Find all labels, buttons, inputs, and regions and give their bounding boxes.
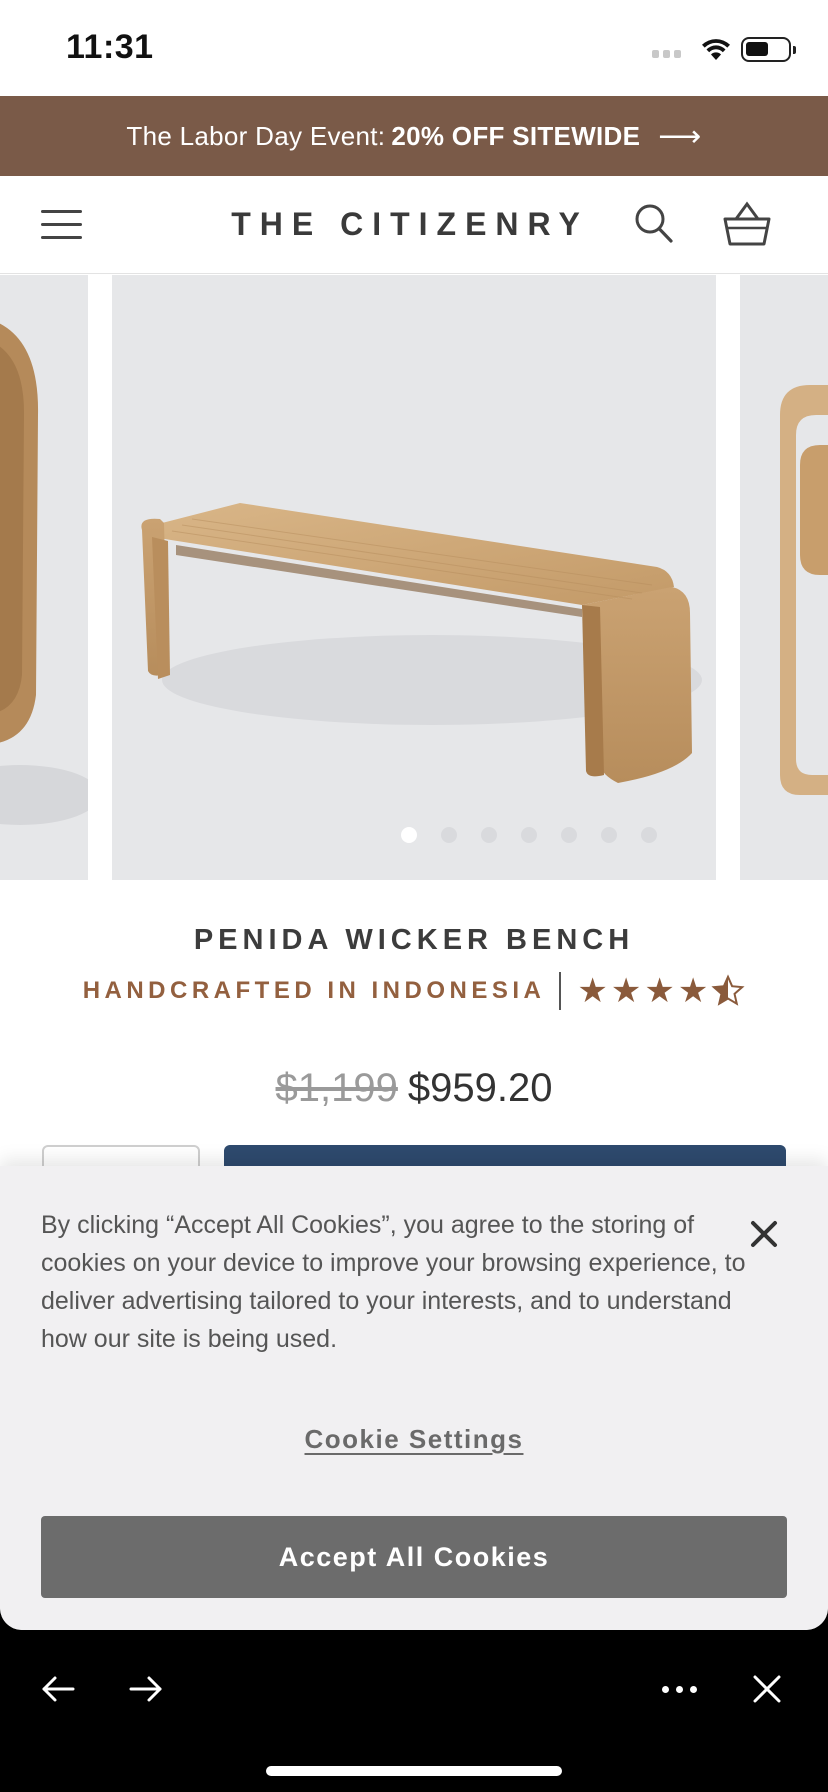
close-browser-icon[interactable] [752, 1674, 782, 1704]
status-bar: 11:31 [0, 0, 828, 96]
cookie-consent-text: By clicking “Accept All Cookies”, you ag… [41, 1211, 746, 1353]
cookie-settings-link[interactable]: Cookie Settings [0, 1424, 828, 1455]
promo-highlight: 20% OFF SITEWIDE [391, 120, 641, 151]
star-full-icon: ★ [644, 972, 675, 1010]
battery-icon [741, 37, 796, 62]
pagination-dot[interactable] [641, 827, 657, 843]
more-options-icon[interactable] [662, 1686, 697, 1693]
price-row: $1,199 $959.20 [0, 1066, 828, 1111]
search-icon[interactable] [634, 203, 674, 245]
pagination-dot[interactable] [441, 827, 457, 843]
star-half-icon [711, 974, 745, 1006]
star-full-icon: ★ [677, 972, 709, 1010]
gallery-next-slide[interactable] [740, 275, 828, 880]
wifi-icon [702, 39, 730, 60]
back-arrow-icon[interactable] [40, 1674, 76, 1704]
forward-arrow-icon[interactable] [128, 1674, 164, 1704]
browser-toolbar [0, 1630, 828, 1792]
side-table-image [780, 385, 828, 795]
app-screen: 11:31 The Labor Day Event: 20% OFF SITEW… [0, 0, 828, 1630]
gallery-prev-slide[interactable] [0, 275, 88, 880]
close-icon[interactable] [748, 1218, 780, 1250]
product-title: PENIDA WICKER BENCH [193, 924, 635, 956]
pagination-dot[interactable] [521, 827, 537, 843]
status-time: 11:31 [66, 28, 154, 66]
site-logo[interactable]: THE CITIZENRY [0, 206, 828, 243]
wicker-bench-image [141, 503, 702, 783]
pagination-dot[interactable] [601, 827, 617, 843]
promo-banner[interactable]: The Labor Day Event: 20% OFF SITEWIDE ⟶ [0, 96, 828, 176]
chair-image [0, 323, 88, 825]
pagination-dot[interactable] [481, 827, 497, 843]
divider [559, 972, 562, 1010]
logo-text: THE CITIZENRY [231, 206, 589, 242]
gallery-pagination [112, 827, 716, 843]
accept-all-cookies-button[interactable]: Accept All Cookies [41, 1516, 787, 1598]
star-full-icon: ★ [610, 972, 642, 1010]
product-gallery[interactable] [0, 275, 828, 880]
rating-stars[interactable]: ★ ★ ★ ★ [577, 974, 745, 1008]
pagination-dot[interactable] [401, 827, 417, 843]
basket-icon[interactable] [722, 201, 772, 247]
star-full-icon: ★ [577, 972, 608, 1010]
arrow-right-icon: ⟶ [658, 119, 702, 153]
cookie-banner: By clicking “Accept All Cookies”, you ag… [0, 1166, 828, 1630]
cellular-signal-icon [652, 50, 681, 58]
home-indicator[interactable] [266, 1766, 562, 1776]
pagination-dot[interactable] [561, 827, 577, 843]
gallery-main-slide[interactable] [112, 275, 716, 880]
promo-text: The Labor Day Event: [126, 120, 386, 151]
site-header: THE CITIZENRY [0, 176, 828, 274]
original-price: $1,199 [275, 1066, 398, 1110]
product-origin: HANDCRAFTED IN INDONESIA [82, 977, 546, 1004]
sale-price: $959.20 [407, 1066, 553, 1110]
product-subtitle-row: HANDCRAFTED IN INDONESIA ★ ★ ★ ★ [0, 972, 828, 1010]
